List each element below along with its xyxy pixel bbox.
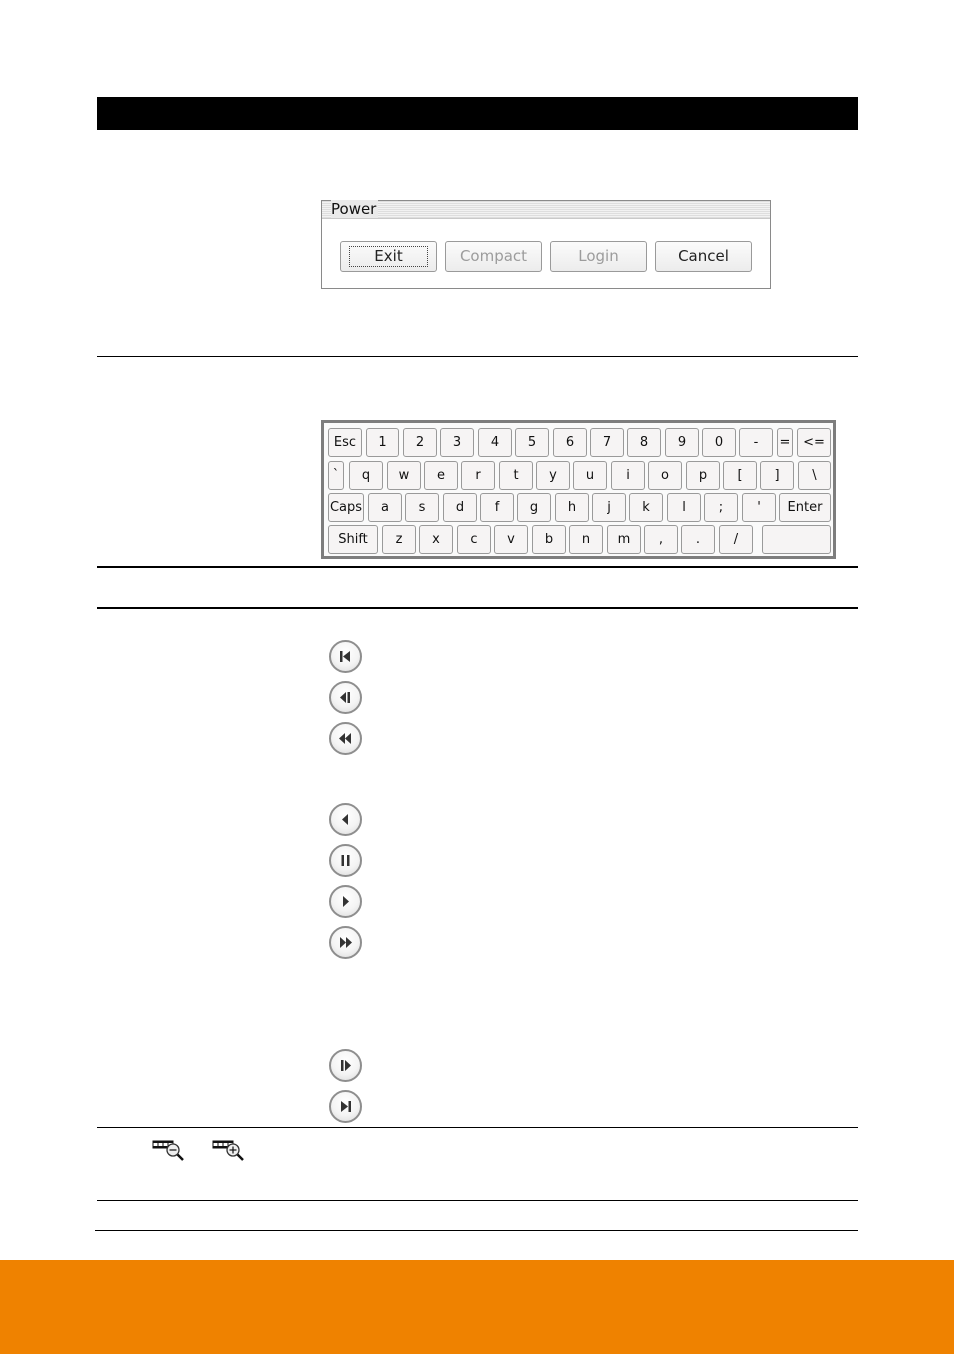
fast-forward-button[interactable] — [329, 926, 362, 959]
key-6[interactable]: 6 — [553, 428, 587, 457]
key-comma[interactable]: , — [644, 525, 678, 554]
key-9[interactable]: 9 — [665, 428, 699, 457]
key-y[interactable]: y — [536, 461, 570, 490]
key-d[interactable]: d — [443, 493, 477, 522]
divider — [95, 1230, 858, 1231]
fast-rewind-icon — [339, 733, 351, 744]
key-c[interactable]: c — [457, 525, 491, 554]
play-reverse-button[interactable] — [329, 803, 362, 836]
pause-icon — [341, 855, 350, 866]
key-caps[interactable]: Caps — [328, 493, 364, 522]
key-esc[interactable]: Esc — [328, 428, 362, 457]
key-space[interactable] — [762, 525, 831, 554]
divider — [97, 607, 858, 609]
key-equals[interactable]: = — [777, 428, 793, 457]
key-2[interactable]: 2 — [403, 428, 437, 457]
power-dialog: Power Exit Compact Login Cancel — [321, 200, 771, 289]
cancel-button[interactable]: Cancel — [655, 241, 752, 272]
key-f[interactable]: f — [480, 493, 514, 522]
key-minus[interactable]: - — [739, 428, 773, 457]
key-o[interactable]: o — [648, 461, 682, 490]
key-t[interactable]: t — [499, 461, 533, 490]
step-forward-button[interactable] — [329, 1049, 362, 1082]
key-period[interactable]: . — [681, 525, 715, 554]
key-backspace[interactable]: <= — [797, 428, 831, 457]
play-button[interactable] — [329, 885, 362, 918]
key-n[interactable]: n — [569, 525, 603, 554]
key-x[interactable]: x — [419, 525, 453, 554]
pause-button[interactable] — [329, 844, 362, 877]
key-1[interactable]: 1 — [366, 428, 399, 457]
step-forward-icon — [341, 1060, 351, 1071]
fast-rewind-button[interactable] — [329, 722, 362, 755]
key-backtick[interactable]: ` — [328, 461, 344, 490]
key-semicolon[interactable]: ; — [704, 493, 738, 522]
key-q[interactable]: q — [349, 461, 383, 490]
step-backward-button[interactable] — [329, 681, 362, 714]
key-p[interactable]: p — [686, 461, 720, 490]
divider — [97, 1200, 858, 1201]
key-s[interactable]: s — [405, 493, 439, 522]
key-z[interactable]: z — [382, 525, 416, 554]
key-j[interactable]: j — [592, 493, 626, 522]
power-dialog-title: Power — [331, 200, 379, 218]
key-v[interactable]: v — [494, 525, 528, 554]
divider — [97, 356, 858, 357]
footer-band — [0, 1260, 954, 1354]
section-header-bar — [97, 97, 858, 130]
timeline-zoom-in-icon[interactable] — [212, 1138, 246, 1162]
compact-button[interactable]: Compact — [445, 241, 542, 272]
key-7[interactable]: 7 — [590, 428, 624, 457]
key-slash[interactable]: / — [719, 525, 753, 554]
key-4[interactable]: 4 — [478, 428, 512, 457]
key-0[interactable]: 0 — [702, 428, 736, 457]
key-i[interactable]: i — [611, 461, 645, 490]
key-a[interactable]: a — [368, 493, 402, 522]
divider — [97, 566, 858, 568]
skip-to-start-button[interactable] — [329, 640, 362, 673]
key-l[interactable]: l — [667, 493, 701, 522]
key-left-bracket[interactable]: [ — [723, 461, 757, 490]
key-3[interactable]: 3 — [440, 428, 474, 457]
key-r[interactable]: r — [461, 461, 495, 490]
play-icon — [343, 896, 349, 907]
key-g[interactable]: g — [517, 493, 551, 522]
skip-to-end-icon — [341, 1101, 351, 1112]
key-apostrophe[interactable]: ' — [742, 493, 776, 522]
key-right-bracket[interactable]: ] — [760, 461, 794, 490]
exit-button[interactable]: Exit — [340, 241, 437, 272]
divider — [97, 1127, 858, 1128]
key-k[interactable]: k — [629, 493, 663, 522]
timeline-zoom-out-icon[interactable] — [152, 1138, 186, 1162]
key-w[interactable]: w — [387, 461, 421, 490]
key-shift[interactable]: Shift — [328, 525, 378, 554]
key-m[interactable]: m — [607, 525, 641, 554]
key-e[interactable]: e — [424, 461, 458, 490]
skip-to-end-button[interactable] — [329, 1090, 362, 1123]
fast-forward-icon — [340, 937, 352, 948]
key-b[interactable]: b — [532, 525, 566, 554]
key-h[interactable]: h — [555, 493, 589, 522]
key-enter[interactable]: Enter — [779, 493, 831, 522]
on-screen-keyboard: Esc 1 2 3 4 5 6 7 8 9 0- = <= ` q w e r t y u i o p[] \ Caps a s d f g… — [321, 420, 836, 559]
play-reverse-icon — [342, 814, 348, 825]
login-button[interactable]: Login — [550, 241, 647, 272]
key-5[interactable]: 5 — [515, 428, 549, 457]
key-8[interactable]: 8 — [627, 428, 661, 457]
skip-to-start-icon — [340, 651, 350, 662]
power-dialog-titlebar: Power — [322, 200, 770, 219]
key-backslash[interactable]: \ — [798, 461, 831, 490]
key-u[interactable]: u — [573, 461, 607, 490]
step-backward-icon — [340, 692, 350, 703]
